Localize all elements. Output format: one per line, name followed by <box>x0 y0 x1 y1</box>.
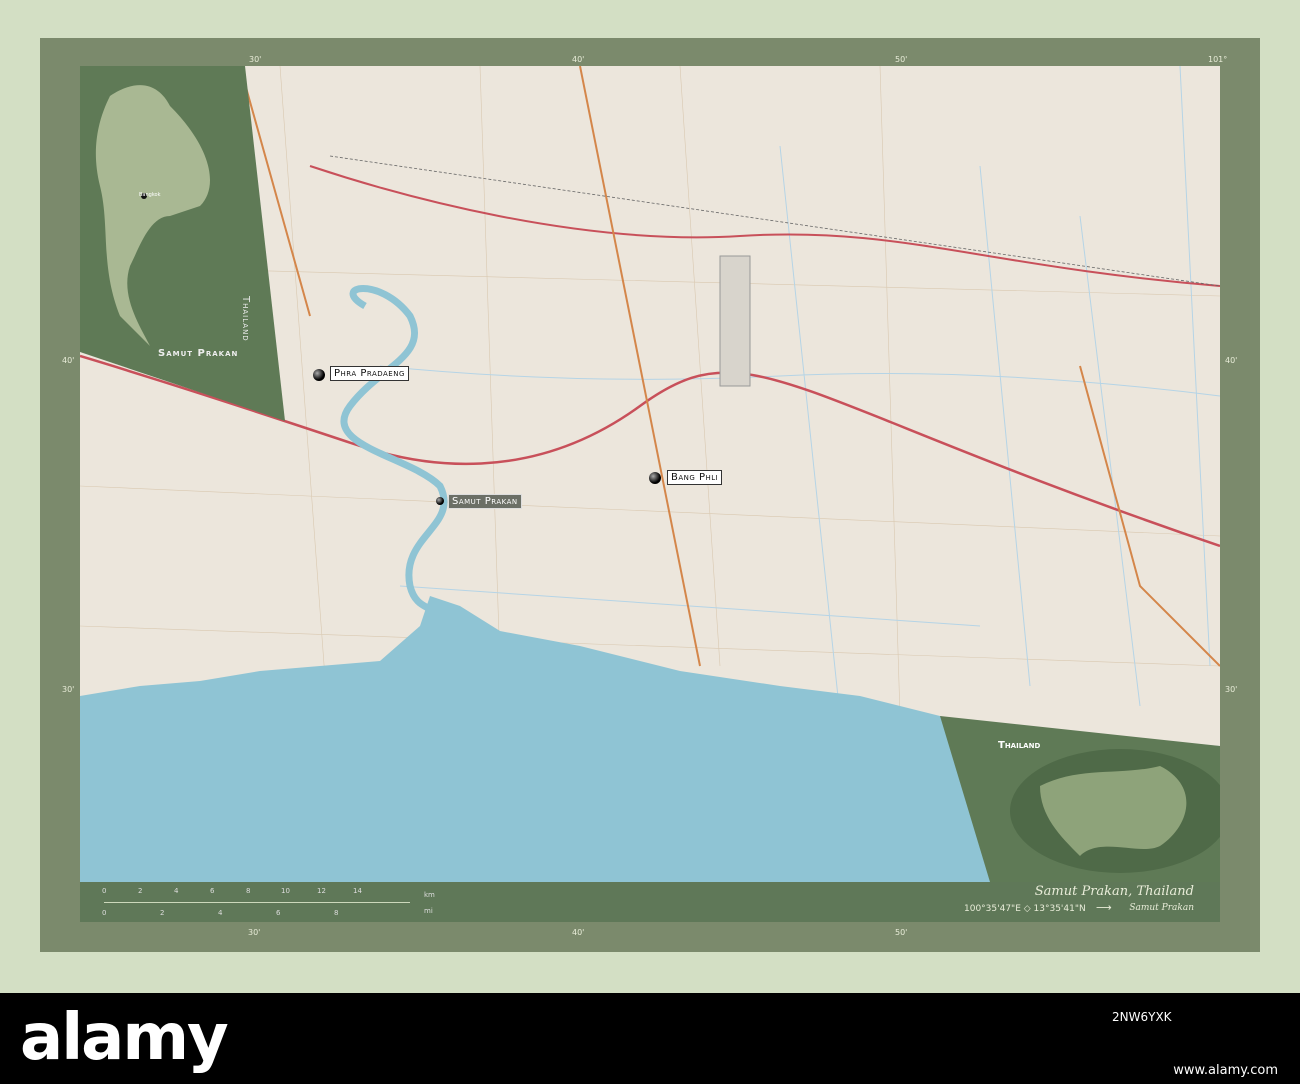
grid-label: 40' <box>1225 356 1238 365</box>
km-tick: 4 <box>174 887 179 895</box>
km-unit: km <box>424 891 435 899</box>
place-label-phra-pradaeng[interactable]: Phra Pradaeng <box>330 366 409 381</box>
mi-tick: 8 <box>334 909 339 917</box>
map-title: Samut Prakan, Thailand <box>1034 884 1194 899</box>
mi-tick: 4 <box>218 909 223 917</box>
mi-tick: 2 <box>160 909 165 917</box>
place-marker[interactable] <box>436 497 444 505</box>
km-tick: 14 <box>353 887 362 895</box>
grid-label: 101° <box>1208 55 1228 64</box>
grid-label: 40' <box>62 356 75 365</box>
mi-unit: mi <box>424 907 433 915</box>
place-marker[interactable] <box>313 369 325 381</box>
km-tick: 0 <box>102 887 107 895</box>
region-name: Samut Prakan <box>1129 903 1194 913</box>
place-marker[interactable] <box>649 472 661 484</box>
coordinates-readout: 100°35'47"E ◇ 13°35'41"N <box>964 904 1086 914</box>
highway-road <box>309 165 1220 287</box>
km-tick: 2 <box>138 887 143 895</box>
grid-label: 30' <box>1225 685 1238 694</box>
grid-label: 30' <box>248 928 261 937</box>
image-code: 2NW6YXK <box>1112 1010 1172 1024</box>
map-footer: 0 2 4 6 8 10 12 14 km 0 2 4 6 8 mi Samut… <box>80 882 1220 922</box>
map-canvas[interactable]: Bangkok Thailand Samut Prakan Thailand P… <box>80 66 1220 882</box>
grid-label: 30' <box>249 55 262 64</box>
grid-label: 50' <box>895 55 908 64</box>
grid-label: 50' <box>895 928 908 937</box>
km-tick: 8 <box>246 887 251 895</box>
place-label-bang-phli[interactable]: Bang Phli <box>667 470 723 485</box>
mi-tick: 0 <box>102 909 107 917</box>
mi-tick: 6 <box>276 909 281 917</box>
region-inset-label: Samut Prakan <box>158 348 239 359</box>
alamy-url: www.alamy.com <box>1173 1063 1278 1078</box>
grid-label: 40' <box>572 55 585 64</box>
country-inset-label: Thailand <box>240 296 251 342</box>
grid-label: 40' <box>572 928 585 937</box>
alamy-logo: alamy <box>20 1001 229 1075</box>
capital-label: Bangkok <box>139 192 161 198</box>
km-tick: 10 <box>281 887 290 895</box>
watermark-band: alamy www.alamy.com <box>0 993 1300 1084</box>
grid-label: 30' <box>62 685 75 694</box>
km-tick: 6 <box>210 887 215 895</box>
km-tick: 12 <box>317 887 326 895</box>
airport <box>719 255 751 387</box>
arrow-icon: ⟶ <box>1096 901 1112 914</box>
place-label-samut-prakan[interactable]: Samut Prakan <box>448 494 522 509</box>
canals <box>379 66 1220 717</box>
world-inset-label: Thailand <box>998 740 1041 751</box>
scale-bar <box>104 902 410 903</box>
